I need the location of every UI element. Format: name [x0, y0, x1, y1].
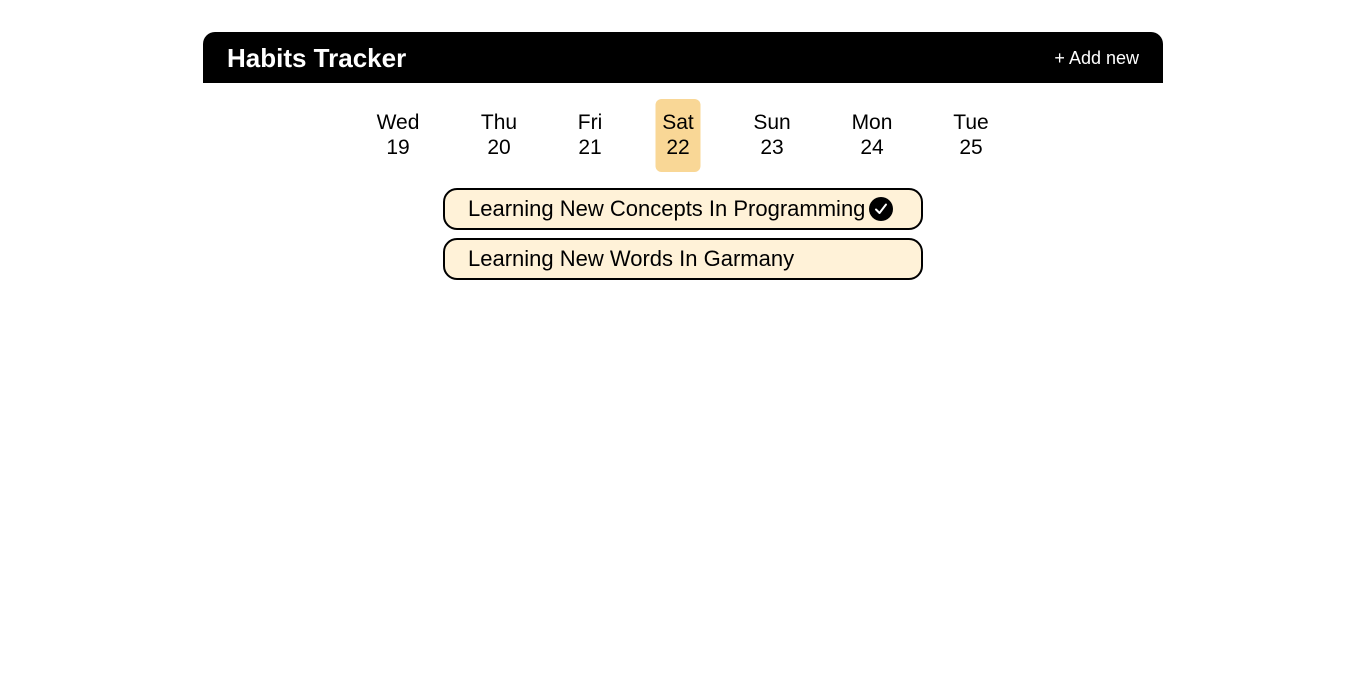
habit-list: Learning New Concepts In Programming Lea…: [443, 188, 923, 288]
check-circle-icon: [869, 197, 894, 221]
habit-label: Learning New Concepts In Programming: [468, 196, 866, 221]
day-date: 21: [578, 136, 602, 159]
app-header: Habits Tracker + Add new: [203, 32, 1163, 83]
day-thu[interactable]: Thu 20: [477, 99, 522, 172]
day-fri[interactable]: Fri 21: [568, 99, 613, 172]
day-date: 19: [386, 136, 410, 159]
day-date: 22: [666, 136, 690, 159]
day-selector: Wed 19 Thu 20 Fri 21 Sat 22 Sun 23 Mon 2…: [0, 99, 1366, 172]
habit-item[interactable]: Learning New Concepts In Programming: [443, 188, 923, 230]
day-weekday: Sun: [753, 111, 791, 134]
day-sat[interactable]: Sat 22: [655, 99, 701, 172]
add-new-button[interactable]: + Add new: [1054, 48, 1139, 69]
day-weekday: Tue: [953, 111, 989, 134]
app: Habits Tracker + Add new Wed 19 Thu 20 F…: [0, 0, 1366, 698]
day-tue[interactable]: Tue 25: [949, 99, 994, 172]
day-date: 23: [760, 136, 784, 159]
day-sun[interactable]: Sun 23: [750, 99, 795, 172]
day-date: 25: [959, 136, 983, 159]
day-mon[interactable]: Mon 24: [850, 99, 895, 172]
day-date: 24: [860, 136, 884, 159]
habit-label: Learning New Words In Garmany: [468, 246, 795, 271]
day-date: 20: [487, 136, 511, 159]
day-weekday: Thu: [480, 111, 518, 134]
day-weekday: Mon: [851, 111, 893, 134]
habit-item[interactable]: Learning New Words In Garmany: [443, 238, 923, 280]
day-weekday: Sat: [662, 111, 694, 134]
day-weekday: Fri: [577, 111, 603, 134]
day-wed[interactable]: Wed 19: [376, 99, 421, 172]
app-title: Habits Tracker: [227, 43, 407, 73]
day-weekday: Wed: [376, 111, 420, 134]
